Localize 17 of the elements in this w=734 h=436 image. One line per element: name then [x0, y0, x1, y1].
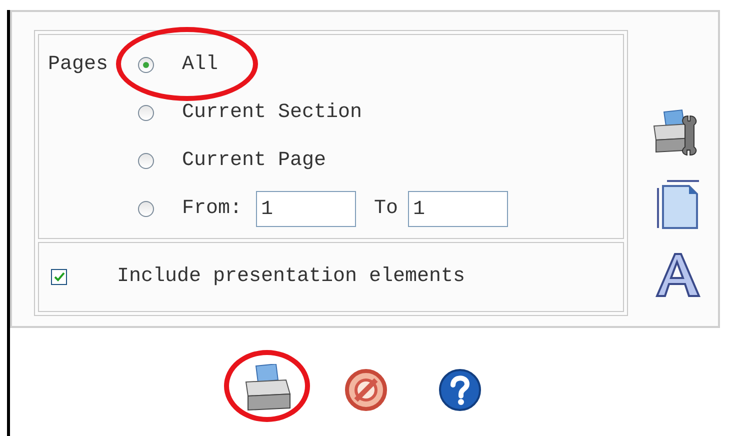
radio-button[interactable] — [138, 105, 154, 121]
cancel-icon[interactable] — [344, 368, 388, 412]
checkbox[interactable] — [51, 269, 67, 285]
option-label[interactable]: Current Section — [182, 101, 362, 125]
option-label[interactable]: Current Page — [182, 149, 326, 173]
option-label[interactable]: From: — [182, 197, 242, 221]
page-dimensions-icon[interactable] — [655, 178, 701, 230]
radio-button[interactable] — [138, 201, 154, 217]
radio-button[interactable] — [138, 153, 154, 169]
help-icon[interactable] — [438, 368, 482, 412]
to-label: To — [374, 197, 398, 221]
pages-label: Pages — [48, 53, 108, 77]
to-field[interactable]: 1 — [408, 191, 508, 227]
letter-font-icon[interactable] — [655, 252, 701, 298]
from-field[interactable]: 1 — [256, 191, 356, 227]
option-label[interactable]: All — [182, 53, 218, 77]
radio-button[interactable] — [138, 57, 154, 73]
